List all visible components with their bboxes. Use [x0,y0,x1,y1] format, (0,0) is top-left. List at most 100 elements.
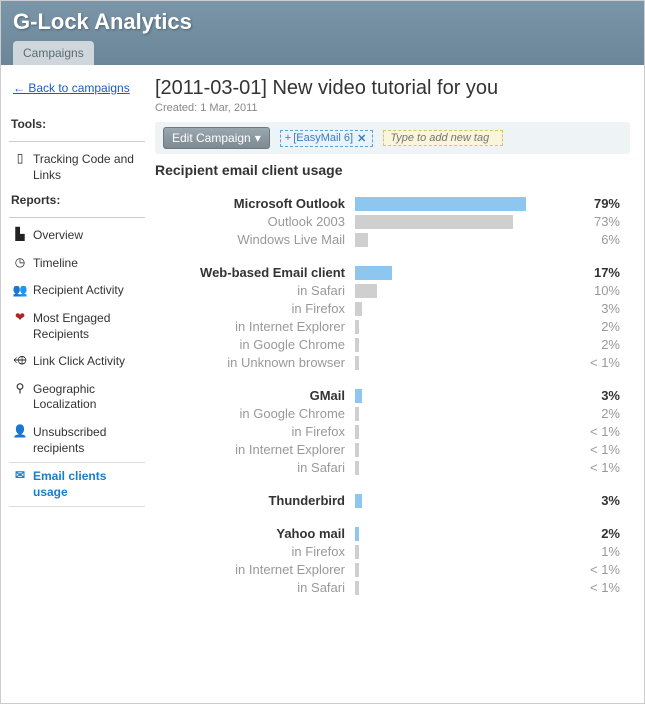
campaign-tag[interactable]: + [EasyMail 6] ✕ [280,130,374,147]
sidebar-item-link-click-activity[interactable]: ⬲Link Click Activity [9,348,145,376]
chart-bar [355,338,359,352]
chart-row-label: in Firefox [155,301,355,316]
chart-bar [355,320,359,334]
add-tag-input[interactable] [383,130,503,146]
mail-icon: ✉ [13,469,27,483]
chart-row-major: GMail3% [155,388,620,403]
sidebar-item-most-engaged-recipients[interactable]: ❤Most Engaged Recipients [9,305,145,348]
top-tabs: Campaigns [13,41,632,65]
chart-row-label: in Firefox [155,544,355,559]
chart-row-value: < 1% [572,460,620,475]
chart-group: Web-based Email client 17% in Safari10% in … [155,265,620,370]
chart-row-value: 17% [572,265,620,280]
sidebar-item-label: Timeline [33,256,78,272]
sidebar-item-geographic-localization[interactable]: ⚲ Geographic Localization [9,376,145,419]
chart-bar-cell [355,389,572,403]
chart-row-label: Windows Live Mail [155,232,355,247]
close-icon[interactable]: ✕ [355,132,368,145]
edit-campaign-button[interactable]: Edit Campaign ▾ [163,127,270,149]
chart-row-sub: in Internet Explorer < 1% [155,442,620,457]
chart-row-value: 79% [572,196,620,211]
chart-row-label: in Internet Explorer [155,442,355,457]
chart-bar-cell [355,581,572,595]
chart-row-label: Web-based Email client [155,265,355,280]
sidebar-item-label: Recipient Activity [33,283,124,299]
chart-bar [355,407,359,421]
main-content: [2011-03-01] New video tutorial for you … [149,75,636,613]
chart-bar [355,356,359,370]
link-icon: ⬲ [13,354,27,368]
app-logo: G-Lock Analytics [13,9,632,35]
chart-bar-cell [355,443,572,457]
chart-row-value: 3% [572,301,620,316]
chart-row-label: Thunderbird [155,493,355,508]
sidebar-item-label: Email clients usage [33,469,141,500]
chart-row-label: Yahoo mail [155,526,355,541]
sidebar-item-tracking-code-and-links[interactable]: ▯Tracking Code and Links [9,146,145,189]
chart-row-value: < 1% [572,424,620,439]
chart-bar [355,563,359,577]
divider [9,217,145,218]
clock-icon: ◷ [13,256,27,270]
chart-row-major: Thunderbird3% [155,493,620,508]
chart-bar-cell [355,356,572,370]
chart-row-label: in Google Chrome [155,406,355,421]
sidebar-item-timeline[interactable]: ◷ Timeline [9,250,145,278]
chart-bar-cell [355,215,572,229]
chart-bar-cell [355,425,572,439]
section-title: Recipient email client usage [155,162,630,178]
sidebar: ← Back to campaigns Tools: ▯Tracking Cod… [9,75,145,613]
chart-row-value: 2% [572,319,620,334]
tab-campaigns[interactable]: Campaigns [13,41,94,65]
back-to-campaigns-link[interactable]: ← Back to campaigns [13,81,130,95]
page-title: [2011-03-01] New video tutorial for you [155,77,630,100]
pin-icon: ⚲ [13,382,27,396]
chart-row-label: Outlook 2003 [155,214,355,229]
chart-row-value: 2% [572,406,620,421]
chart-bar [355,233,368,247]
chart-row-sub: in Safari10% [155,283,620,298]
chart-row-value: 73% [572,214,620,229]
campaign-toolbar: Edit Campaign ▾ + [EasyMail 6] ✕ [155,122,630,154]
chart-row-label: in Safari [155,580,355,595]
chart-row-value: < 1% [572,580,620,595]
chart-row-major: Web-based Email client 17% [155,265,620,280]
chart-row-sub: in Internet Explorer2% [155,319,620,334]
chart-row-value: < 1% [572,442,620,457]
email-client-chart: Microsoft Outlook79%Outlook 200373%Windo… [155,196,630,595]
sidebar-item-label: Geographic Localization [33,382,141,413]
chart-row-value: < 1% [572,355,620,370]
sidebar-item-recipient-activity[interactable]: 👥Recipient Activity [9,277,145,305]
chart-bar [355,425,359,439]
chart-bar-cell [355,266,572,280]
sidebar-item-label: Unsubscribed recipients [33,425,141,456]
chart-row-sub: in Unknown browser< 1% [155,355,620,370]
chart-bar [355,266,392,280]
chart-row-sub: in Firefox 1% [155,544,620,559]
chart-row-label: in Internet Explorer [155,562,355,577]
chart-bar [355,389,362,403]
chart-bar [355,215,513,229]
chart-bar-cell [355,320,572,334]
chart-row-sub: in Google Chrome 2% [155,406,620,421]
chevron-down-icon: ▾ [255,131,261,145]
chart-row-label: in Firefox [155,424,355,439]
chart-row-value: 1% [572,544,620,559]
chart-row-sub: in Google Chrome2% [155,337,620,352]
chart-bar-cell [355,233,572,247]
chart-row-value: 2% [572,526,620,541]
sidebar-item-unsubscribed-recipients[interactable]: 👤Unsubscribed recipients [9,419,145,462]
chart-row-sub: in Safari< 1% [155,460,620,475]
chart-row-label: GMail [155,388,355,403]
edit-campaign-label: Edit Campaign [172,131,251,145]
heart-icon: ❤ [13,311,27,325]
sidebar-item-overview[interactable]: ▙Overview [9,222,145,250]
page-icon: ▯ [13,152,27,166]
chart-bar-cell [355,461,572,475]
plus-icon: + [285,132,291,144]
sidebar-item-email-clients-usage[interactable]: ✉ Email clients usage [9,462,145,507]
chart-bar-cell [355,407,572,421]
chart-group: GMail3%in Google Chrome2%in Firefox< 1%i… [155,388,620,475]
chart-bar-cell [355,302,572,316]
chart-bar-cell [355,197,572,211]
